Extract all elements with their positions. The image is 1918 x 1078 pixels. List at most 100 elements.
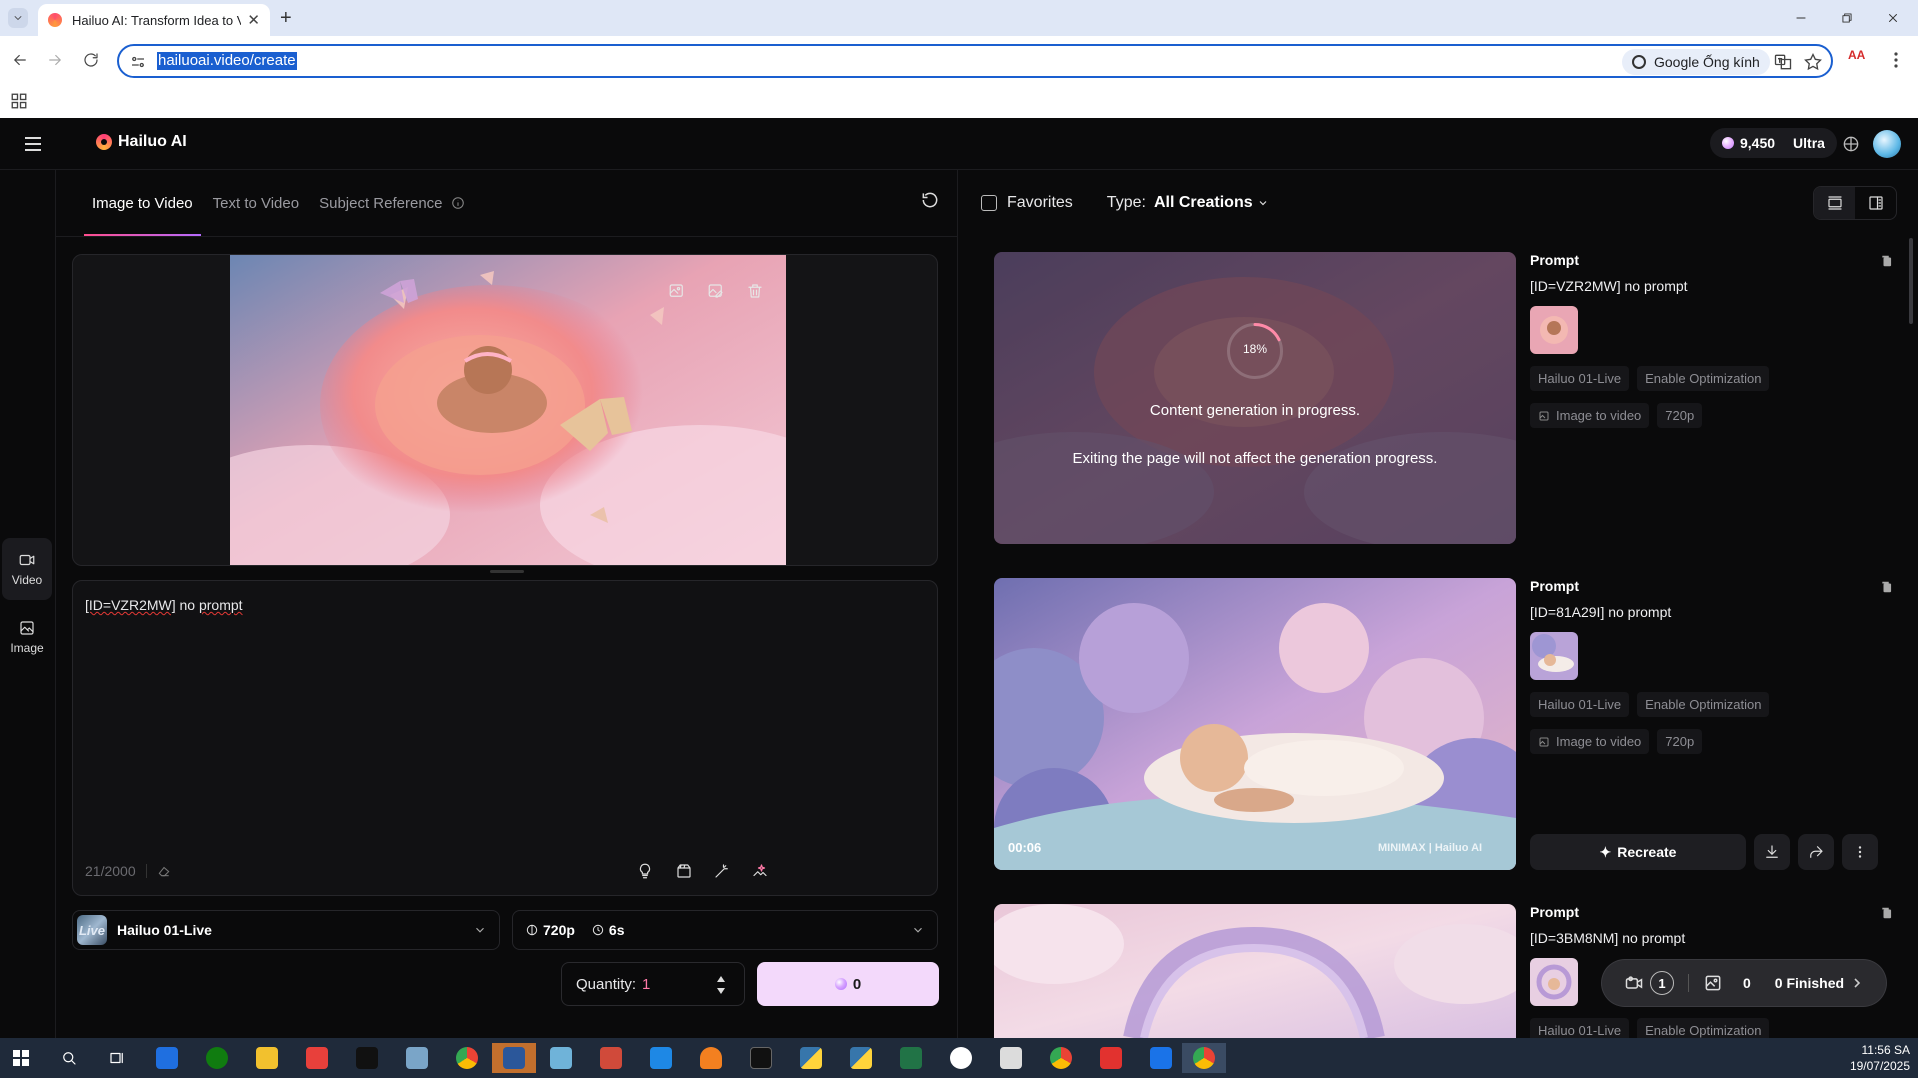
copy-icon[interactable] (1880, 906, 1894, 920)
taskbar-app-chrome-active[interactable] (1182, 1043, 1226, 1073)
taskbar-app-pdf[interactable] (596, 1043, 626, 1073)
edit-image-button[interactable] (698, 273, 734, 309)
taskbar-app-chat[interactable] (946, 1043, 976, 1073)
extension-icon[interactable]: AA (1848, 48, 1874, 72)
source-thumbnail[interactable] (1530, 958, 1578, 1006)
share-button[interactable] (1798, 834, 1834, 870)
image-icon (20, 621, 34, 635)
search-taskbar-button[interactable] (54, 1043, 84, 1073)
source-thumbnail[interactable] (1530, 632, 1578, 680)
type-filter[interactable]: Type: All Creations (1107, 194, 1269, 212)
recreate-button[interactable]: ✦ Recreate (1530, 834, 1746, 870)
info-icon[interactable] (451, 196, 465, 210)
optimize-prompt-button[interactable] (748, 859, 772, 883)
new-tab-button[interactable]: + (280, 7, 292, 30)
model-selector[interactable]: Live Hailuo 01-Live (72, 910, 500, 950)
apps-grid-icon[interactable] (10, 92, 28, 110)
favorites-checkbox[interactable] (981, 195, 997, 211)
browser-chrome: Hailuo AI: Transform Idea to Vis ✕ + hai… (0, 0, 1918, 118)
close-window-button[interactable] (1870, 6, 1916, 30)
forward-button[interactable] (43, 48, 67, 72)
browser-tab[interactable]: Hailuo AI: Transform Idea to Vis ✕ (38, 4, 270, 36)
prompt-idea-button[interactable] (633, 859, 657, 883)
google-lens-button[interactable]: Google Ống kính (1622, 49, 1770, 75)
taskbar-app-zalo[interactable] (1146, 1043, 1176, 1073)
generation-queue-status[interactable]: 1 0 0 Finished (1602, 960, 1886, 1006)
taskbar-app-chrome[interactable] (452, 1043, 482, 1073)
taskbar-app-explorer[interactable] (252, 1043, 282, 1073)
tab-subject-reference[interactable]: Subject Reference (319, 170, 464, 236)
video-settings-selector[interactable]: 720p 6s (512, 910, 938, 950)
taskbar-app-cloud[interactable] (696, 1043, 726, 1073)
taskbar-app-files[interactable] (996, 1043, 1026, 1073)
task-view-button[interactable] (102, 1043, 132, 1073)
taskbar-app-python2[interactable] (846, 1043, 876, 1073)
taskbar-app-excel[interactable] (896, 1043, 926, 1073)
detail-view-button[interactable] (1855, 187, 1896, 219)
favorites-label[interactable]: Favorites (1007, 194, 1073, 212)
taskbar-app-anydesk[interactable] (302, 1043, 332, 1073)
hamburger-menu-icon[interactable] (24, 136, 42, 152)
minimize-button[interactable] (1778, 6, 1824, 30)
tab-search-button[interactable] (8, 8, 28, 28)
reference-image-box[interactable] (72, 254, 938, 566)
restore-button[interactable] (1824, 6, 1870, 30)
start-button[interactable] (6, 1043, 36, 1073)
camera-movement-button[interactable] (672, 859, 696, 883)
taskbar-app-store[interactable] (152, 1043, 182, 1073)
tab-text-to-video[interactable]: Text to Video (213, 170, 299, 236)
notification-icon[interactable] (1841, 134, 1861, 154)
download-button[interactable] (1754, 834, 1790, 870)
sidenav-image[interactable]: Image (2, 606, 52, 668)
eraser-icon[interactable] (157, 864, 171, 878)
sidenav-video[interactable]: Video (2, 538, 52, 600)
taskbar-app-capcut[interactable] (352, 1043, 382, 1073)
taskbar-app-terminal[interactable] (746, 1043, 776, 1073)
address-bar[interactable]: hailuoai.video/create Google Ống kính (117, 44, 1833, 78)
generate-button[interactable]: 0 (757, 962, 939, 1006)
translate-icon[interactable] (1773, 52, 1793, 72)
reset-icon[interactable] (920, 190, 940, 210)
list-view-button[interactable] (1814, 187, 1855, 219)
back-button[interactable] (8, 48, 32, 72)
taskbar-app-tool[interactable] (402, 1043, 432, 1073)
video-icon (19, 554, 35, 566)
taskbar-app-python[interactable] (796, 1043, 826, 1073)
tab-image-to-video[interactable]: Image to Video (84, 170, 201, 236)
video-preview[interactable]: 00:06 MINIMAX | Hailuo AI (994, 578, 1516, 870)
feed-scrollbar[interactable] (1909, 238, 1913, 324)
copy-icon[interactable] (1880, 254, 1894, 268)
mode-tag: Image to video (1530, 729, 1650, 754)
taskbar-app-acrobat[interactable] (1096, 1043, 1126, 1073)
prompt-box[interactable]: [ID=VZR2MW] no prompt 21/2000 (72, 580, 938, 896)
taskbar-app-word[interactable] (492, 1043, 536, 1073)
video-preview-generating[interactable]: 18% Content generation in progress. Exit… (994, 252, 1516, 544)
video-thumbnail (994, 578, 1516, 870)
more-vertical-icon[interactable] (1888, 48, 1904, 72)
video-preview[interactable] (994, 904, 1516, 1038)
user-avatar[interactable] (1873, 130, 1901, 158)
replace-image-button[interactable] (659, 273, 695, 309)
bookmark-star-icon[interactable] (1803, 52, 1823, 72)
taskbar-app-xbox[interactable] (202, 1043, 232, 1073)
prompt-input[interactable]: [ID=VZR2MW] no prompt (85, 597, 243, 613)
stepper-arrows-icon[interactable] (716, 973, 726, 997)
reload-button[interactable] (79, 48, 103, 72)
taskbar-app-notes[interactable] (546, 1043, 576, 1073)
taskbar-app-vscode[interactable] (646, 1043, 676, 1073)
hailuo-logo[interactable]: Hailuo AI (96, 133, 187, 151)
system-clock[interactable]: 11:56 SA 19/07/2025 (1850, 1042, 1910, 1074)
site-info-icon[interactable] (129, 53, 147, 71)
delete-image-button[interactable] (737, 273, 773, 309)
more-options-button[interactable] (1842, 834, 1878, 870)
quantity-stepper[interactable]: Quantity: 1 (561, 962, 745, 1006)
prompt-enhance-button[interactable] (710, 859, 734, 883)
chrome-icon (456, 1047, 478, 1069)
url-text[interactable]: hailuoai.video/create (157, 52, 297, 70)
copy-icon[interactable] (1880, 580, 1894, 594)
taskbar-app-chrome2[interactable] (1046, 1043, 1076, 1073)
resize-handle[interactable] (490, 570, 524, 573)
close-tab-icon[interactable]: ✕ (247, 11, 260, 29)
source-thumbnail[interactable] (1530, 306, 1578, 354)
credits-badge[interactable]: 9,450 Ultra (1710, 128, 1837, 158)
